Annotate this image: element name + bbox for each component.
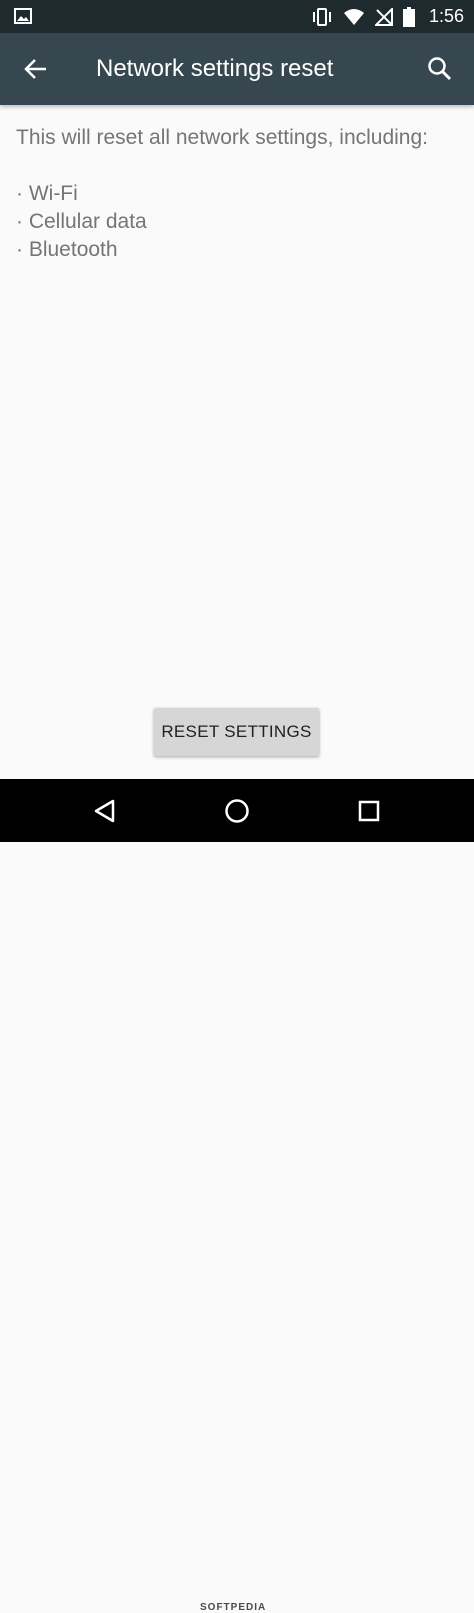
status-bar: 1:56 — [0, 0, 474, 33]
description-text: This will reset all network settings, in… — [16, 126, 429, 149]
list-item-wifi: · Wi-Fi — [16, 182, 78, 205]
navigation-bar: SOFTPEDIA — [0, 779, 474, 1613]
reset-items-list: · Wi-Fi · Cellular data · Bluetooth — [16, 180, 456, 264]
page-title: Network settings reset — [96, 55, 334, 82]
clock: 1:56 — [428, 6, 464, 26]
reset-settings-button[interactable]: RESET SETTINGS — [154, 708, 319, 756]
app-bar: Network settings reset — [0, 33, 474, 105]
back-triangle-icon[interactable] — [91, 797, 119, 825]
no-signal-icon — [374, 7, 393, 26]
watermark: SOFTPEDIA — [200, 1602, 267, 1613]
image-notification-icon — [14, 8, 32, 24]
arrow-back-icon[interactable] — [22, 55, 50, 83]
status-icons: 1:56 — [311, 0, 464, 33]
battery-icon — [402, 6, 415, 27]
home-circle-icon[interactable] — [223, 797, 251, 825]
content: This will reset all network settings, in… — [16, 124, 456, 264]
search-icon[interactable] — [426, 55, 454, 83]
list-item-bluetooth: · Bluetooth — [16, 238, 118, 261]
recents-square-icon[interactable] — [355, 797, 383, 825]
wifi-icon — [343, 8, 364, 25]
list-item-cellular: · Cellular data — [16, 210, 147, 233]
vibrate-icon — [312, 7, 331, 26]
